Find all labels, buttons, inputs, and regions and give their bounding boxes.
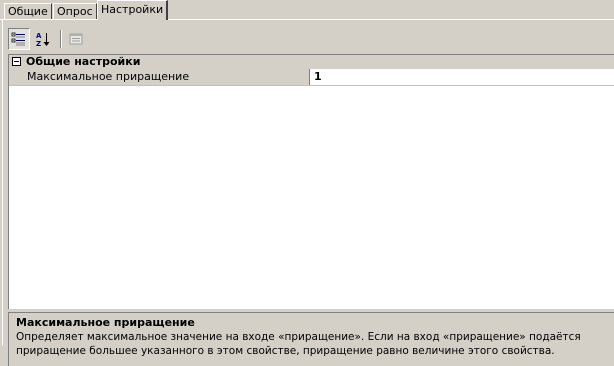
sort-alphabetical-icon: A Z bbox=[36, 32, 50, 47]
category-label: Общие настройки bbox=[26, 55, 141, 68]
description-title: Максимальное приращение bbox=[16, 316, 195, 329]
description-text: Определяет максимальное значение на вход… bbox=[16, 331, 581, 357]
property-value-field[interactable]: 1 bbox=[310, 69, 614, 85]
property-grid: Общие настройки Максимальное приращение … bbox=[8, 54, 614, 309]
property-row-max-increment[interactable]: Максимальное приращение 1 bbox=[9, 69, 614, 85]
tab-settings[interactable]: Настройки bbox=[97, 0, 169, 20]
toolbar-separator bbox=[60, 30, 62, 48]
tab-strip: Общие Опрос Настройки bbox=[0, 0, 614, 20]
categorized-view-icon bbox=[11, 32, 25, 46]
row-separator bbox=[9, 85, 614, 86]
property-pages-button[interactable] bbox=[65, 28, 87, 50]
tab-polling[interactable]: Опрос bbox=[53, 3, 97, 19]
categorized-view-button[interactable] bbox=[8, 28, 30, 50]
settings-panel: A Z Общие настройки Максимальное прираще… bbox=[2, 20, 614, 366]
tab-label: Настройки bbox=[101, 3, 164, 16]
tab-label: Общие bbox=[8, 5, 48, 18]
category-row-general-settings[interactable]: Общие настройки bbox=[9, 55, 614, 69]
property-name: Максимальное приращение bbox=[23, 69, 309, 85]
sort-alphabetical-button[interactable]: A Z bbox=[32, 28, 54, 50]
description-pane: Максимальное приращение Определяет макси… bbox=[8, 312, 614, 366]
property-grid-toolbar: A Z bbox=[3, 24, 614, 54]
property-pages-icon bbox=[69, 33, 83, 45]
collapse-icon[interactable] bbox=[12, 57, 21, 66]
tab-label: Опрос bbox=[57, 5, 93, 18]
svg-text:A: A bbox=[36, 32, 42, 40]
property-row-margin bbox=[9, 69, 23, 85]
svg-text:Z: Z bbox=[36, 40, 41, 47]
tab-general[interactable]: Общие bbox=[4, 3, 52, 19]
